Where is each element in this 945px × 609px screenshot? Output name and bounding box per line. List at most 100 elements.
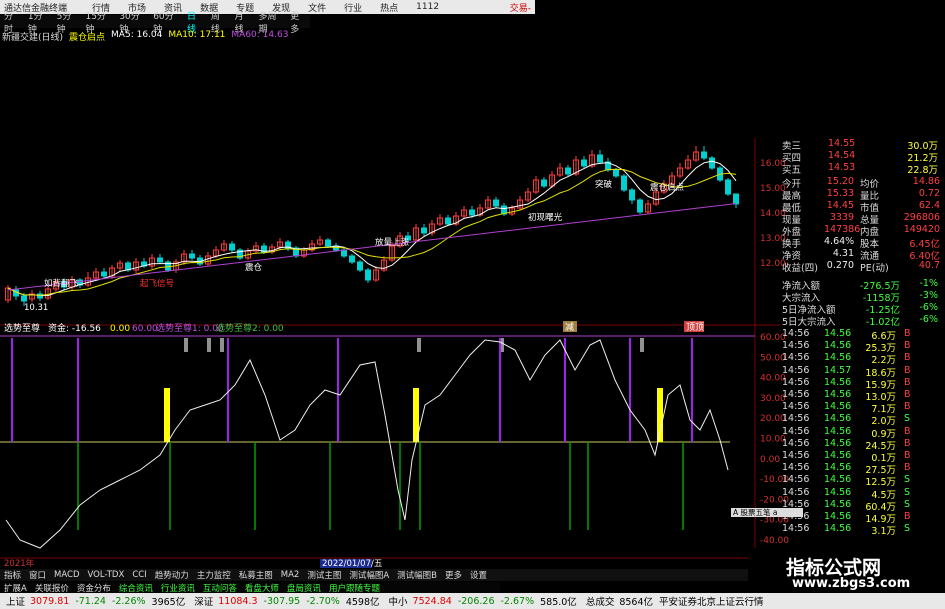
tick-time: 14:56: [782, 364, 810, 376]
stat-row: 外盘 147386 内盘 149420: [780, 224, 945, 238]
tick-side: B: [904, 401, 911, 413]
candle-body: [341, 249, 347, 257]
indicator-tab[interactable]: CCI: [128, 570, 150, 580]
chart-annotation: 10.31: [24, 303, 48, 313]
tick-price: 14.56: [824, 413, 852, 425]
tick-side: S: [904, 413, 911, 425]
candle-body: [349, 255, 355, 263]
tick-row: 14:56 14.56 14.9万 B: [780, 511, 945, 525]
index-name-sz: 深证: [194, 597, 214, 608]
tick-price: 14.56: [824, 352, 852, 364]
info-tab[interactable]: 扩展A: [0, 582, 31, 594]
candle-body: [709, 157, 715, 169]
indicator-tab[interactable]: VOL-TDX: [84, 570, 129, 580]
total-amount-label: 总成交: [585, 597, 615, 608]
tick-price: 14.56: [824, 376, 852, 388]
stat-value: 14.86: [912, 176, 940, 187]
info-tab[interactable]: 资金分布: [73, 582, 115, 594]
book-price: 14.53: [828, 162, 856, 173]
tick-side: B: [904, 352, 911, 364]
book-label: 买五: [782, 165, 802, 176]
indicator-line2-value: 选势至尊2: 0.00: [216, 322, 284, 334]
index-pct-sz: -2.70%: [306, 595, 340, 607]
info-tab[interactable]: 关联报价: [31, 582, 73, 594]
tick-time: 14:56: [782, 437, 810, 449]
index-name-zx: 中小: [388, 597, 408, 608]
tick-side: S: [904, 498, 911, 510]
indicator-tab[interactable]: 测试幅图A: [345, 569, 393, 581]
indicator-tab[interactable]: 窗口: [25, 569, 50, 581]
tick-time: 14:56: [782, 498, 810, 510]
indicator-tab[interactable]: 更多: [441, 569, 466, 581]
tick-side: S: [904, 486, 911, 498]
info-tab[interactable]: 用户跟随专题: [325, 582, 384, 594]
indicator-tab[interactable]: MACD: [50, 570, 83, 580]
order-book-row: 卖三 14.55 30.0万: [780, 138, 945, 152]
stat-value: 15.33: [826, 188, 854, 199]
watermark: 指标公式网 www.zbgs3.com: [748, 548, 945, 593]
tick-side: B: [904, 364, 911, 376]
tick-side: B: [904, 328, 911, 339]
stat-label: PE(动): [860, 263, 889, 274]
tick-row: 14:56 14.56 60.4万 S: [780, 498, 945, 513]
indicator-fund-value: 资金: -16.56: [48, 322, 101, 334]
candle-body: [637, 199, 643, 213]
indicator-tab[interactable]: 私募主图: [235, 569, 277, 581]
candle-body: [469, 209, 475, 216]
book-price: 14.54: [828, 150, 856, 161]
indicator-top-marker: [417, 338, 421, 352]
info-tab[interactable]: 盘局资讯: [283, 582, 325, 594]
index-amount-sh: 3965亿: [151, 597, 186, 608]
chart-annotation: 放量上涨: [375, 237, 410, 248]
tick-price: 14.56: [824, 328, 852, 339]
index-amount-sz: 4598亿: [345, 597, 380, 608]
book-price: 14.55: [828, 138, 856, 149]
tick-row: 14:56 14.56 25.3万 B: [780, 340, 945, 354]
indicator-line: [5, 339, 729, 549]
candle-body: [101, 271, 107, 277]
order-book-row: 买五 14.53 22.8万: [780, 162, 945, 176]
candle-body: [365, 269, 371, 281]
stat-value: 149420: [903, 224, 940, 235]
indicator-tab[interactable]: 测试主图: [303, 569, 345, 581]
indicator-tab[interactable]: 趋势动力: [151, 569, 193, 581]
info-tab[interactable]: 行业资讯: [157, 582, 199, 594]
date-axis-left: 2021年: [4, 558, 35, 569]
fund-flow-row: 5日净流入额 -1.25亿 -6%: [780, 302, 945, 316]
info-tab[interactable]: 看盘大师: [241, 582, 283, 594]
stat-row: 今开 15.20 均价 14.86: [780, 176, 945, 190]
info-tab[interactable]: 综合资讯: [115, 582, 157, 594]
indicator-v1: 0.00: [110, 324, 130, 334]
stat-value: 14.45: [826, 200, 854, 211]
indicator-tab[interactable]: 测试幅图B: [393, 569, 441, 581]
stat-row: 现量 3339 总量 296806: [780, 212, 945, 226]
index-change-sz: -307.95: [263, 595, 301, 607]
tick-volume: 3.1万: [871, 526, 896, 538]
tick-price: 14.56: [824, 437, 852, 449]
chart-annotation: 震仓: [245, 262, 263, 273]
indicator-tab[interactable]: 设置: [466, 569, 491, 581]
indicator-tab[interactable]: MA2: [277, 570, 304, 580]
tick-time: 14:56: [782, 450, 810, 461]
chart-annotation: 突破: [595, 179, 613, 190]
tick-side: S: [904, 523, 911, 535]
chart-annotation: 初现曙光: [528, 212, 563, 223]
tick-time: 14:56: [782, 352, 810, 364]
ma60-line: [7, 203, 737, 291]
tick-time: 14:56: [782, 474, 810, 486]
info-tab[interactable]: 互动问答: [199, 582, 241, 594]
stat-value: 40.7: [918, 260, 940, 271]
book-volume: 22.8万: [907, 165, 938, 176]
chart-annotation: 震仓启点: [650, 182, 685, 193]
index-value-sz: 11084.3: [218, 595, 258, 607]
candle-body: [445, 217, 451, 225]
tick-time: 14:56: [782, 486, 810, 498]
tick-row: 14:56 14.56 0.1万 B: [780, 450, 945, 464]
tick-side: B: [904, 340, 911, 352]
tick-time: 14:56: [782, 389, 810, 400]
indicator-tab[interactable]: 主力监控: [193, 569, 235, 581]
tick-row: 14:56 14.56 2.2万 B: [780, 352, 945, 366]
indicator-tab[interactable]: 指标: [0, 569, 25, 581]
date-axis-cursor: 2022/01/07/五: [322, 559, 383, 569]
tick-side: B: [904, 511, 911, 522]
